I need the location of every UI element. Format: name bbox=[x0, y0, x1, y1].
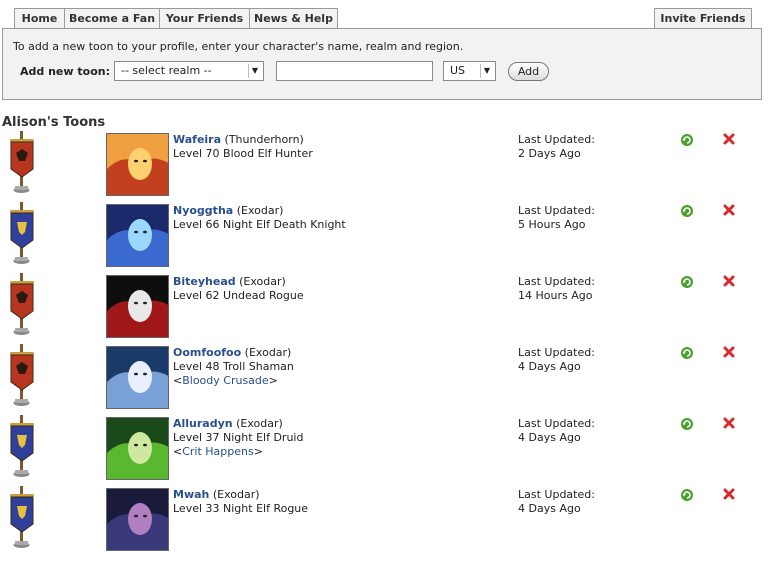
delete-icon[interactable] bbox=[722, 274, 736, 288]
last-updated: Last Updated: 4 Days Ago bbox=[518, 346, 595, 374]
horde-banner-icon bbox=[4, 129, 40, 195]
toon-realm: (Exodar) bbox=[239, 275, 286, 288]
delete-icon[interactable] bbox=[722, 345, 736, 359]
toon-level-details: Level 70 Blood Elf Hunter bbox=[173, 147, 313, 160]
guild-link[interactable]: Bloody Crusade bbox=[182, 374, 268, 387]
toon-realm: (Thunderhorn) bbox=[224, 133, 304, 146]
toon-portrait[interactable] bbox=[106, 346, 169, 409]
toon-row: Nyoggtha (Exodar) Level 66 Night Elf Deat… bbox=[0, 202, 768, 275]
refresh-icon[interactable] bbox=[680, 275, 694, 289]
realm-select[interactable]: -- select realm -- ▼ bbox=[114, 61, 264, 81]
add-toon-instructions: To add a new toon to your profile, enter… bbox=[13, 40, 464, 53]
toon-level-details: Level 33 Night Elf Rogue bbox=[173, 502, 309, 515]
last-updated-value: 5 Hours Ago bbox=[518, 218, 586, 231]
toon-realm: (Exodar) bbox=[236, 417, 283, 430]
toons-section-title: Alison's Toons bbox=[2, 115, 106, 130]
last-updated: Last Updated: 2 Days Ago bbox=[518, 133, 595, 161]
toon-name-link[interactable]: Wafeira bbox=[173, 133, 221, 146]
toon-level-details: Level 37 Night Elf Druid bbox=[173, 431, 304, 444]
region-select-value: US bbox=[450, 64, 466, 77]
last-updated: Last Updated: 4 Days Ago bbox=[518, 417, 595, 445]
toon-name-link[interactable]: Oomfoofoo bbox=[173, 346, 241, 359]
last-updated-label: Last Updated: bbox=[518, 204, 595, 217]
toon-info: Wafeira (Thunderhorn) Level 70 Blood Elf … bbox=[173, 133, 313, 161]
region-select[interactable]: US ▼ bbox=[443, 61, 496, 81]
toon-realm: (Exodar) bbox=[244, 346, 292, 359]
toon-row: Wafeira (Thunderhorn) Level 70 Blood Elf … bbox=[0, 131, 768, 204]
last-updated-label: Last Updated: bbox=[518, 488, 595, 501]
toon-row: Oomfoofoo (Exodar) Level 48 Troll Shaman <… bbox=[0, 344, 768, 417]
refresh-icon[interactable] bbox=[680, 417, 694, 431]
toon-portrait[interactable] bbox=[106, 417, 169, 480]
last-updated-label: Last Updated: bbox=[518, 133, 595, 146]
last-updated-label: Last Updated: bbox=[518, 346, 595, 359]
toon-info: Biteyhead (Exodar) Level 62 Undead Rogue bbox=[173, 275, 304, 303]
toon-level-details: Level 62 Undead Rogue bbox=[173, 289, 304, 302]
last-updated: Last Updated: 5 Hours Ago bbox=[518, 204, 595, 232]
alliance-banner-icon bbox=[4, 200, 40, 266]
toon-realm: (Exodar) bbox=[212, 488, 260, 501]
tab-home[interactable]: Home bbox=[14, 8, 65, 29]
tab-become-a-fan[interactable]: Become a Fan bbox=[64, 8, 160, 29]
horde-banner-icon bbox=[4, 271, 40, 337]
last-updated-value: 14 Hours Ago bbox=[518, 289, 593, 302]
toon-row: Alluradyn (Exodar) Level 37 Night Elf Dru… bbox=[0, 415, 768, 488]
tab-invite-friends[interactable]: Invite Friends bbox=[654, 8, 752, 29]
guild-link[interactable]: Crit Happens bbox=[182, 445, 254, 458]
last-updated-value: 4 Days Ago bbox=[518, 431, 581, 444]
refresh-icon[interactable] bbox=[680, 133, 694, 147]
toon-info: Alluradyn (Exodar) Level 37 Night Elf Dru… bbox=[173, 417, 303, 459]
alliance-banner-icon bbox=[4, 484, 40, 550]
toon-realm: (Exodar) bbox=[236, 204, 284, 217]
last-updated: Last Updated: 4 Days Ago bbox=[518, 488, 595, 516]
delete-icon[interactable] bbox=[722, 487, 736, 501]
tab-news-help[interactable]: News & Help bbox=[249, 8, 338, 29]
delete-icon[interactable] bbox=[722, 416, 736, 430]
add-new-toon-label: Add new toon: bbox=[20, 65, 110, 78]
refresh-icon[interactable] bbox=[680, 204, 694, 218]
last-updated-value: 4 Days Ago bbox=[518, 502, 581, 515]
toon-guild: <Bloody Crusade> bbox=[173, 374, 278, 387]
realm-select-value: -- select realm -- bbox=[121, 64, 212, 77]
horde-banner-icon bbox=[4, 342, 40, 408]
toon-portrait[interactable] bbox=[106, 204, 169, 267]
last-updated-value: 4 Days Ago bbox=[518, 360, 581, 373]
chevron-down-icon: ▼ bbox=[248, 64, 261, 78]
toon-name-link[interactable]: Nyoggtha bbox=[173, 204, 233, 217]
toon-info: Oomfoofoo (Exodar) Level 48 Troll Shaman <… bbox=[173, 346, 294, 388]
refresh-icon[interactable] bbox=[680, 346, 694, 360]
last-updated: Last Updated: 14 Hours Ago bbox=[518, 275, 595, 303]
chevron-down-icon: ▼ bbox=[480, 64, 493, 78]
tab-your-friends[interactable]: Your Friends bbox=[159, 8, 250, 29]
alliance-banner-icon bbox=[4, 413, 40, 479]
toon-name-link[interactable]: Alluradyn bbox=[173, 417, 233, 430]
refresh-icon[interactable] bbox=[680, 488, 694, 502]
last-updated-label: Last Updated: bbox=[518, 417, 595, 430]
top-nav-tabs: Home Become a Fan Your Friends News & He… bbox=[2, 8, 762, 29]
add-toon-button[interactable]: Add bbox=[508, 62, 549, 81]
toon-portrait[interactable] bbox=[106, 275, 169, 338]
toon-row: Biteyhead (Exodar) Level 62 Undead Rogue L… bbox=[0, 273, 768, 346]
toon-level-details: Level 48 Troll Shaman bbox=[173, 360, 294, 373]
delete-icon[interactable] bbox=[722, 203, 736, 217]
toon-level-details: Level 66 Night Elf Death Knight bbox=[173, 218, 346, 231]
toon-portrait[interactable] bbox=[106, 488, 169, 551]
toon-info: Mwah (Exodar) Level 33 Night Elf Rogue bbox=[173, 488, 308, 516]
delete-icon[interactable] bbox=[722, 132, 736, 146]
toon-info: Nyoggtha (Exodar) Level 66 Night Elf Deat… bbox=[173, 204, 346, 232]
toon-portrait[interactable] bbox=[106, 133, 169, 196]
last-updated-value: 2 Days Ago bbox=[518, 147, 581, 160]
toon-name-link[interactable]: Biteyhead bbox=[173, 275, 236, 288]
toon-name-link[interactable]: Mwah bbox=[173, 488, 209, 501]
toon-guild: <Crit Happens> bbox=[173, 445, 263, 458]
last-updated-label: Last Updated: bbox=[518, 275, 595, 288]
toon-row: Mwah (Exodar) Level 33 Night Elf Rogue Las… bbox=[0, 486, 768, 559]
toon-name-input[interactable] bbox=[276, 61, 433, 81]
add-toon-panel: To add a new toon to your profile, enter… bbox=[2, 28, 762, 100]
